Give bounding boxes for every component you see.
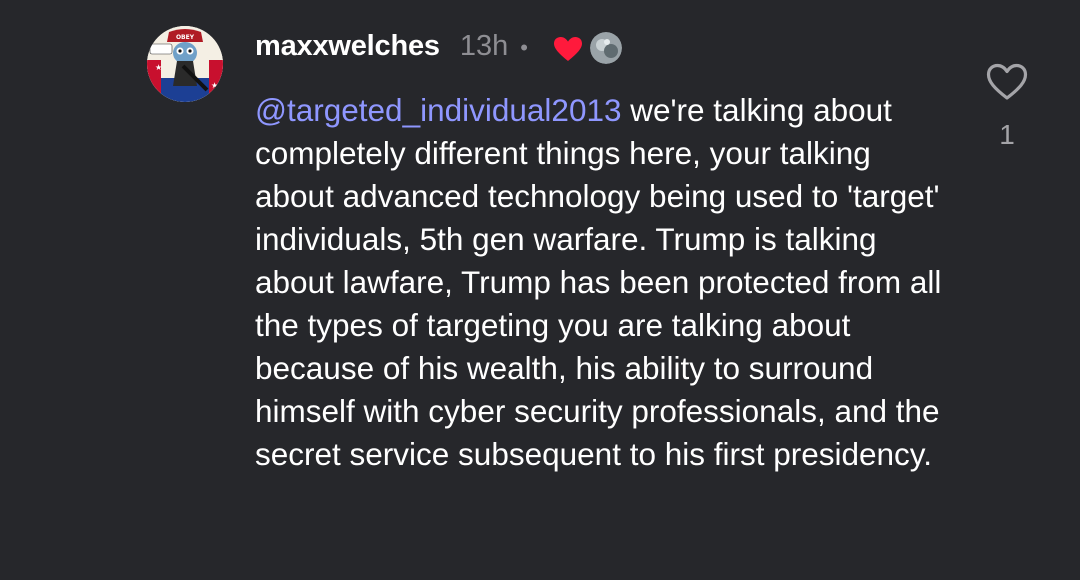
heart-filled-icon xyxy=(552,35,584,63)
comment-header: maxxwelches 13h • xyxy=(255,26,622,66)
heart-outline-icon[interactable] xyxy=(983,62,1031,107)
comment-text: @targeted_individual2013 we're talking a… xyxy=(255,89,945,476)
separator-dot: • xyxy=(520,35,528,60)
svg-text:★: ★ xyxy=(155,63,162,72)
like-control: 1 xyxy=(983,62,1031,151)
svg-text:★: ★ xyxy=(211,81,218,90)
timestamp: 13h xyxy=(459,29,509,62)
mention-link[interactable]: @targeted_individual2013 xyxy=(255,92,622,128)
comment-body: we're talking about completely different… xyxy=(255,92,942,472)
username[interactable]: maxxwelches xyxy=(255,30,440,63)
author-avatar-small xyxy=(589,32,622,64)
like-count: 1 xyxy=(999,119,1015,150)
avatar-label: OBEY xyxy=(176,34,195,41)
user-avatar[interactable]: ★ ★ OBEY xyxy=(147,26,223,102)
